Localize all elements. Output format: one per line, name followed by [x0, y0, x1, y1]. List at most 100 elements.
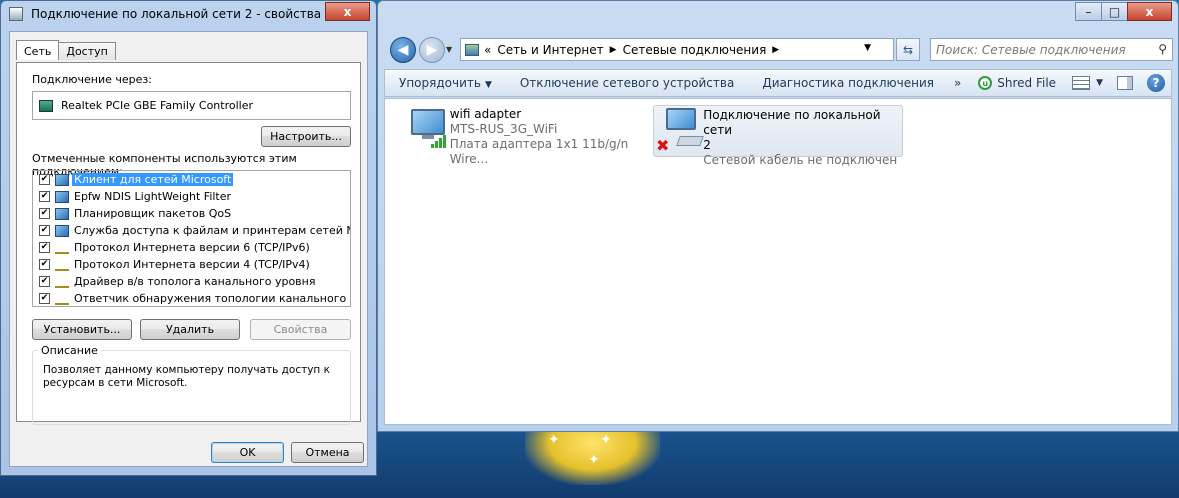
minimize-button[interactable]: – [1075, 2, 1102, 21]
properties-button[interactable]: Свойства [250, 319, 351, 340]
dialog-body: Сеть Доступ Подключение через: Realtek P… [9, 31, 368, 467]
dialog-titlebar: Подключение по локальной сети 2 - свойст… [9, 7, 321, 21]
description-group: Описание Позволяет данному компьютеру по… [32, 344, 351, 425]
wallpaper-sparkle-icon: ✦ [548, 432, 560, 448]
forward-button[interactable]: ▶ [419, 37, 445, 63]
connection-status: Сетевой кабель не подключен [703, 153, 898, 167]
cancel-button[interactable]: Отмена [291, 442, 364, 463]
list-item[interactable]: ✔ Планировщик пакетов QoS [33, 205, 350, 222]
network-connection-icon [9, 7, 23, 21]
list-item[interactable]: ✔ Протокол Интернета версии 4 (TCP/IPv4) [33, 256, 350, 273]
network-connections-window: – □ x ◀ ▶ ▼ « Сеть и Интернет ▶ Сетевые … [377, 0, 1179, 432]
list-item[interactable]: ✔ Протокол Интернета версии 6 (TCP/IPv6) [33, 239, 350, 256]
component-checkbox[interactable]: ✔ [39, 293, 50, 304]
install-button[interactable]: Установить... [32, 319, 132, 340]
signal-strength-icon [431, 135, 447, 148]
organize-label: Упорядочить [399, 76, 481, 90]
configure-button[interactable]: Настроить... [261, 126, 351, 147]
adapter-field: Realtek PCIe GBE Family Controller [32, 91, 351, 120]
description-text: Позволяет данному компьютеру получать до… [43, 364, 330, 389]
chevron-right-icon[interactable]: ▶ [610, 45, 617, 55]
dialog-tabs: Сеть Доступ [16, 40, 116, 60]
network-service-icon [55, 190, 69, 203]
chevron-down-icon[interactable]: ▼ [864, 43, 871, 53]
refresh-button[interactable]: ⇆ [896, 38, 920, 61]
components-list[interactable]: ✔ Клиент для сетей Microsoft ✔ Epfw NDIS… [32, 170, 351, 307]
search-icon[interactable]: ⚲ [1158, 42, 1167, 56]
tab-network[interactable]: Сеть [16, 40, 60, 60]
component-label: Клиент для сетей Microsoft [72, 173, 234, 186]
connect-using-label: Подключение через: [32, 73, 152, 86]
error-x-icon: ✖ [656, 136, 670, 155]
dialog-close-button[interactable]: x [325, 2, 370, 21]
description-title: Описание [38, 344, 101, 357]
ok-button[interactable]: OK [211, 442, 284, 463]
component-checkbox[interactable]: ✔ [39, 225, 50, 236]
component-checkbox[interactable]: ✔ [39, 191, 50, 202]
connection-adapter: Плата адаптера 1x1 11b/g/n Wire... [449, 137, 629, 166]
dialog-title: Подключение по локальной сети 2 - свойст… [31, 7, 322, 21]
recent-pages-dropdown[interactable]: ▼ [446, 45, 452, 54]
chevron-down-icon[interactable]: ▼ [1096, 78, 1103, 88]
tab-sharing[interactable]: Доступ [58, 42, 116, 60]
disable-device-button[interactable]: Отключение сетевого устройства [506, 76, 748, 90]
list-item[interactable]: ✔ Клиент для сетей Microsoft [33, 171, 350, 188]
diagnose-connection-button[interactable]: Диагностика подключения [748, 76, 948, 90]
maximize-button[interactable]: □ [1101, 2, 1128, 21]
wifi-connection-icon [403, 105, 450, 153]
protocol-icon [55, 263, 69, 271]
monitor-icon [411, 109, 445, 135]
back-button[interactable]: ◀ [390, 37, 416, 63]
list-item[interactable]: ✔ Ответчик обнаружения топологии канальн… [33, 290, 350, 306]
preview-pane-icon[interactable] [1117, 76, 1133, 90]
shred-file-button[interactable]: Shred File [997, 76, 1056, 90]
organize-menu[interactable]: Упорядочить ▼ [385, 76, 506, 90]
protocol-icon [55, 246, 69, 254]
protocol-icon [55, 297, 69, 305]
lan-connection-icon: ✖ [654, 106, 704, 155]
command-bar: Упорядочить ▼ Отключение сетевого устройс… [384, 69, 1172, 97]
command-bar-right: u Shred File ▼ ? [978, 74, 1171, 92]
component-label: Служба доступа к файлам и принтерам сете… [74, 224, 350, 237]
search-input[interactable]: Поиск: Сетевые подключения ⚲ [930, 38, 1173, 61]
adapter-name: Realtek PCIe GBE Family Controller [61, 99, 254, 112]
navigation-bar: ◀ ▶ ▼ « Сеть и Интернет ▶ Сетевые подклю… [384, 35, 1173, 65]
arrow-right-icon: ▶ [426, 42, 438, 58]
breadcrumb-overflow[interactable]: « [484, 43, 491, 57]
chevron-down-icon: ▼ [484, 80, 492, 90]
component-label: Ответчик обнаружения топологии канальног… [74, 292, 350, 305]
component-checkbox[interactable]: ✔ [39, 208, 50, 219]
remove-button[interactable]: Удалить [140, 319, 240, 340]
connection-item-wifi[interactable]: wifi adapter MTS-RUS_3G_WiFi Плата адапт… [403, 105, 648, 166]
list-item[interactable]: ✔ Драйвер в/в тополога канального уровня [33, 273, 350, 290]
monitor-icon [666, 108, 696, 130]
connection-name: Подключение по локальной сети [703, 108, 881, 137]
help-icon[interactable]: ? [1147, 74, 1165, 92]
component-checkbox[interactable]: ✔ [39, 259, 50, 270]
component-checkbox[interactable]: ✔ [39, 276, 50, 287]
connection-item-lan[interactable]: ✖ Подключение по локальной сети 2 Сетево… [653, 105, 903, 167]
shred-file-icon: u [978, 76, 993, 90]
network-client-icon [55, 173, 69, 186]
component-label: Протокол Интернета версии 6 (TCP/IPv6) [74, 241, 310, 254]
connection-name-line2: 2 [703, 138, 711, 152]
protocol-icon [55, 280, 69, 288]
chevron-right-icon[interactable]: ▶ [772, 45, 779, 55]
list-item[interactable]: ✔ Epfw NDIS LightWeight Filter [33, 188, 350, 205]
connection-name: wifi adapter [449, 107, 522, 121]
breadcrumb-network-internet[interactable]: Сеть и Интернет [497, 43, 603, 57]
breadcrumb-network-connections[interactable]: Сетевые подключения [623, 43, 767, 57]
arrow-left-icon: ◀ [397, 42, 409, 58]
window-controls: – □ x [1075, 2, 1172, 21]
address-bar[interactable]: « Сеть и Интернет ▶ Сетевые подключения … [460, 38, 894, 61]
close-button[interactable]: x [1127, 2, 1172, 21]
network-service-icon [55, 207, 69, 220]
wallpaper-sparkle-icon: ✦ [600, 432, 612, 448]
list-item[interactable]: ✔ Служба доступа к файлам и принтерам се… [33, 222, 350, 239]
change-view-icon[interactable] [1072, 76, 1091, 90]
component-checkbox[interactable]: ✔ [39, 174, 50, 185]
connection-network: MTS-RUS_3G_WiFi [449, 122, 558, 136]
more-commands-button[interactable]: » [948, 76, 967, 90]
component-checkbox[interactable]: ✔ [39, 242, 50, 253]
network-folder-icon [465, 43, 479, 56]
